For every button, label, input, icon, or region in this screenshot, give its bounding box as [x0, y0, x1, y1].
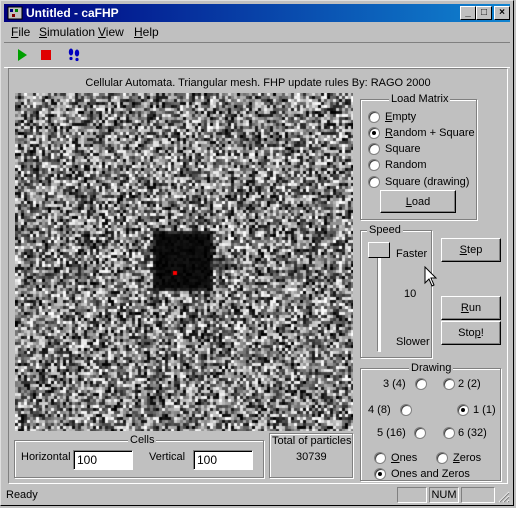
menu-simulation[interactable]: Simulation	[39, 25, 95, 39]
minimize-icon: _	[465, 7, 471, 18]
radio-circle	[368, 127, 380, 139]
radio-dir-5[interactable]	[414, 427, 426, 439]
radio-dir-6[interactable]	[443, 427, 455, 439]
app-icon[interactable]	[7, 5, 23, 21]
radio-zeros[interactable]: Zeros	[436, 451, 481, 465]
radio-circle	[368, 159, 380, 171]
radio-circle	[374, 452, 386, 464]
toolbar	[4, 42, 510, 68]
radio-circle	[368, 111, 380, 123]
maximize-button[interactable]: □	[476, 6, 492, 20]
automaton-grid[interactable]	[15, 93, 353, 431]
speed-title: Speed	[367, 224, 403, 236]
speed-slider-thumb[interactable]	[368, 242, 390, 258]
radio-empty[interactable]: Empty	[368, 110, 416, 124]
radio-circle	[368, 176, 380, 188]
radio-ones[interactable]: Ones	[374, 451, 417, 465]
dir-1-label: 1 (1)	[473, 404, 496, 416]
resize-grip-icon[interactable]	[498, 491, 510, 503]
radio-circle	[436, 452, 448, 464]
speed-slower-label: Slower	[396, 336, 430, 348]
dir-4-label: 4 (8)	[368, 404, 391, 416]
radio-dir-2[interactable]	[443, 378, 455, 390]
horizontal-label: Horizontal	[21, 451, 71, 463]
total-particles-label: Total of particles	[272, 435, 352, 447]
drawing-title: Drawing	[409, 362, 454, 374]
speed-slider-track[interactable]	[377, 242, 381, 352]
dir-5-label: 5 (16)	[377, 427, 406, 439]
radio-circle	[368, 143, 380, 155]
radio-random[interactable]: Random	[368, 158, 427, 172]
cells-title: Cells	[128, 434, 157, 446]
run-button[interactable]: Run	[441, 296, 501, 320]
step-button[interactable]: Step	[441, 238, 501, 262]
status-pane-scrl	[461, 487, 495, 503]
speed-value: 10	[404, 288, 417, 300]
dir-3-label: 3 (4)	[383, 378, 406, 390]
vertical-label: Vertical	[149, 451, 186, 463]
menu-file[interactable]: File	[11, 25, 30, 39]
footprints-icon[interactable]	[66, 47, 82, 63]
status-pane-num: NUM	[429, 487, 459, 503]
status-pane-caps	[397, 487, 427, 503]
status-bar: Ready NUM	[3, 486, 511, 504]
menu-bar: File Simulation View Help	[4, 23, 510, 41]
menu-help[interactable]: Help	[134, 25, 159, 39]
radio-random-square[interactable]: Random + Square	[368, 126, 475, 140]
maximize-icon: □	[480, 7, 488, 18]
radio-dir-3[interactable]	[415, 378, 427, 390]
mouse-cursor-icon	[424, 266, 438, 287]
menu-view[interactable]: View	[98, 25, 124, 39]
dir-6-label: 6 (32)	[458, 427, 487, 439]
play-icon[interactable]	[14, 47, 30, 63]
horizontal-input[interactable]	[73, 450, 133, 470]
radio-dir-1[interactable]	[457, 404, 469, 416]
close-button[interactable]: ×	[494, 6, 510, 20]
dir-2-label: 2 (2)	[458, 378, 481, 390]
radio-square-drawing[interactable]: Square (drawing)	[368, 175, 469, 189]
load-matrix-title: Load Matrix	[389, 93, 451, 105]
close-icon: ×	[499, 7, 505, 18]
page-title: Cellular Automata. Triangular mesh. FHP …	[85, 77, 431, 89]
minimize-button[interactable]: _	[460, 6, 476, 20]
radio-circle	[374, 468, 386, 480]
radio-dir-4[interactable]	[400, 404, 412, 416]
total-particles-value: 30739	[296, 451, 327, 463]
stop-button[interactable]: Stop!	[441, 321, 501, 345]
load-button[interactable]: Load	[380, 190, 456, 213]
speed-faster-label: Faster	[396, 248, 428, 260]
radio-ones-and-zeros[interactable]: Ones and Zeros	[374, 467, 470, 481]
radio-square[interactable]: Square	[368, 142, 420, 156]
title-bar[interactable]: Untitled - caFHP _ □ ×	[4, 4, 510, 22]
status-text: Ready	[6, 489, 38, 501]
window-title: Untitled - caFHP	[26, 6, 119, 20]
vertical-input[interactable]	[193, 450, 253, 470]
stop-icon[interactable]	[38, 47, 54, 63]
